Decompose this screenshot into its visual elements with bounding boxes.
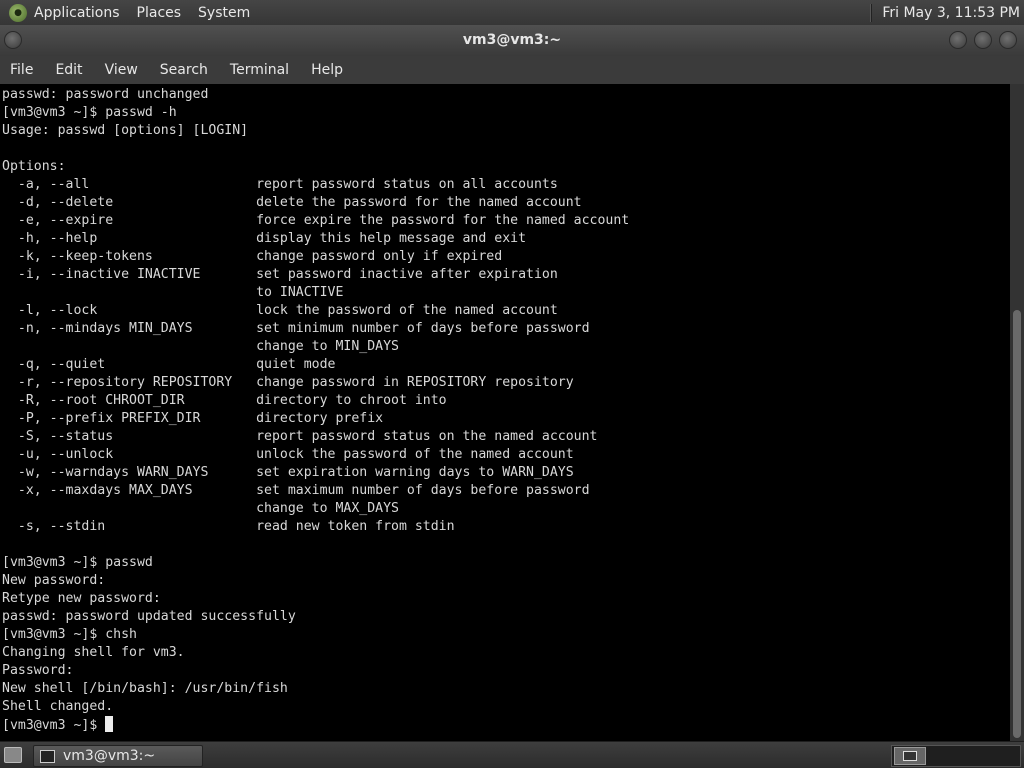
- workspace-window-icon: [903, 751, 917, 761]
- applications-logo-icon[interactable]: ●: [9, 3, 27, 22]
- terminal-line: -d, --delete delete the password for the…: [2, 195, 582, 210]
- minimize-button[interactable]: [949, 31, 967, 49]
- terminal-icon: [40, 749, 55, 763]
- clock-area: Fri May 3, 11:53 PM: [870, 0, 1020, 25]
- terminal-line: -e, --expire force expire the password f…: [2, 213, 630, 228]
- window-title: vm3@vm3:~: [462, 32, 562, 48]
- terminal-line: Password:: [2, 663, 74, 678]
- terminal-scrollbar[interactable]: [1010, 84, 1024, 741]
- terminal-line: [vm3@vm3 ~]$ passwd: [2, 555, 153, 570]
- menu-search[interactable]: Search: [160, 62, 208, 78]
- terminal-line: -q, --quiet quiet mode: [2, 357, 336, 372]
- menu-edit[interactable]: Edit: [55, 62, 82, 78]
- menu-terminal[interactable]: Terminal: [230, 62, 289, 78]
- terminal-line: change to MAX_DAYS: [2, 501, 399, 516]
- terminal-line: -R, --root CHROOT_DIR directory to chroo…: [2, 393, 447, 408]
- workspace-switcher[interactable]: [891, 745, 1021, 767]
- clock[interactable]: Fri May 3, 11:53 PM: [882, 5, 1020, 21]
- terminal-lines: passwd: password unchanged [vm3@vm3 ~]$ p…: [2, 86, 629, 734]
- terminal-line: to INACTIVE: [2, 285, 344, 300]
- show-desktop-icon[interactable]: [4, 747, 22, 763]
- terminal-line: New shell [/bin/bash]: /usr/bin/fish: [2, 681, 288, 696]
- terminal-line: -h, --help display this help message and…: [2, 231, 527, 246]
- terminal-line: Retype new password:: [2, 591, 161, 606]
- prompt-line: [vm3@vm3 ~]$: [2, 716, 629, 734]
- terminal-menubar: File Edit View Search Terminal Help: [0, 56, 1024, 84]
- maximize-button[interactable]: [974, 31, 992, 49]
- terminal-line: -a, --all report password status on all …: [2, 177, 558, 192]
- terminal-line: passwd: password unchanged: [2, 87, 209, 102]
- terminal-line: change to MIN_DAYS: [2, 339, 399, 354]
- workspace-1[interactable]: [894, 747, 926, 765]
- terminal-line: Shell changed.: [2, 699, 114, 714]
- panel-separator: [870, 3, 873, 22]
- scrollbar-thumb[interactable]: [1013, 310, 1021, 738]
- top-panel: ● Applications Places System Fri May 3, …: [0, 0, 1024, 25]
- terminal-line: Usage: passwd [options] [LOGIN]: [2, 123, 249, 138]
- terminal-line: -r, --repository REPOSITORY change passw…: [2, 375, 574, 390]
- system-menu[interactable]: System: [198, 5, 250, 21]
- terminal-line: -k, --keep-tokens change password only i…: [2, 249, 503, 264]
- terminal-line: -s, --stdin read new token from stdin: [2, 519, 455, 534]
- window-titlebar[interactable]: vm3@vm3:~: [0, 25, 1024, 56]
- places-menu[interactable]: Places: [137, 5, 182, 21]
- terminal-line: -P, --prefix PREFIX_DIR directory prefix: [2, 411, 384, 426]
- text-cursor: [105, 716, 114, 732]
- terminal-line: -l, --lock lock the password of the name…: [2, 303, 558, 318]
- terminal-line: -S, --status report password status on t…: [2, 429, 598, 444]
- terminal-output[interactable]: passwd: password unchanged [vm3@vm3 ~]$ p…: [0, 84, 1010, 741]
- menu-file[interactable]: File: [10, 62, 33, 78]
- shell-prompt: [vm3@vm3 ~]$: [2, 718, 106, 733]
- terminal-line: passwd: password updated successfully: [2, 609, 296, 624]
- menu-view[interactable]: View: [105, 62, 138, 78]
- terminal-line: Changing shell for vm3.: [2, 645, 185, 660]
- terminal-line: -u, --unlock unlock the password of the …: [2, 447, 574, 462]
- taskbar-window-button[interactable]: vm3@vm3:~: [33, 745, 203, 767]
- terminal-line: [vm3@vm3 ~]$ chsh: [2, 627, 137, 642]
- taskbar-window-label: vm3@vm3:~: [63, 748, 156, 764]
- terminal-line: New password:: [2, 573, 106, 588]
- terminal-line: -w, --warndays WARN_DAYS set expiration …: [2, 465, 574, 480]
- terminal-line: -x, --maxdays MAX_DAYS set maximum numbe…: [2, 483, 590, 498]
- terminal-line: [vm3@vm3 ~]$ passwd -h: [2, 105, 177, 120]
- terminal-line: -i, --inactive INACTIVE set password ina…: [2, 267, 558, 282]
- bottom-panel: vm3@vm3:~: [0, 741, 1024, 768]
- menu-help[interactable]: Help: [311, 62, 343, 78]
- applications-menu[interactable]: Applications: [34, 5, 120, 21]
- close-button[interactable]: [999, 31, 1017, 49]
- terminal-line: -n, --mindays MIN_DAYS set minimum numbe…: [2, 321, 590, 336]
- terminal-line: Options:: [2, 159, 66, 174]
